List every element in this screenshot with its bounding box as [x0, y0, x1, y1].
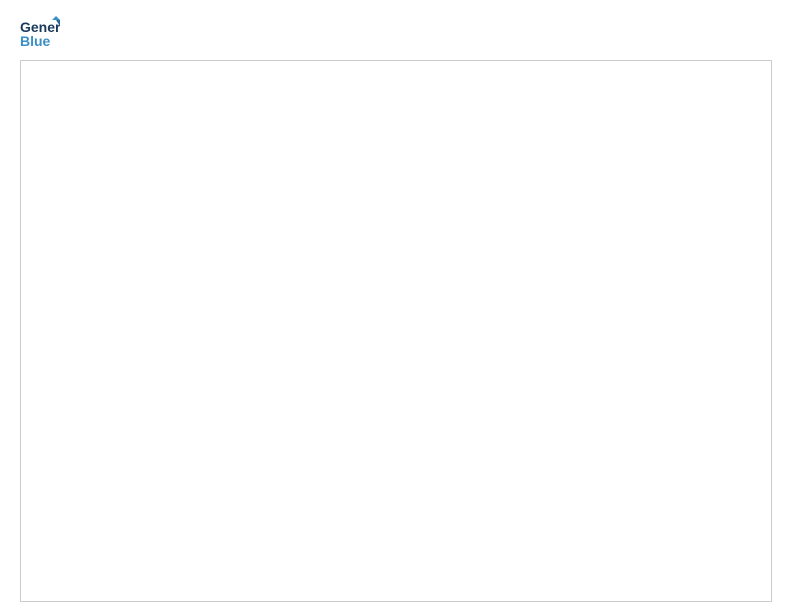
logo-icon: General Blue	[20, 16, 60, 52]
calendar	[20, 60, 772, 602]
calendar-body	[21, 61, 771, 601]
header: General Blue	[20, 16, 772, 52]
svg-text:Blue: Blue	[20, 33, 51, 49]
logo: General Blue	[20, 16, 60, 52]
page: General Blue	[0, 0, 792, 612]
